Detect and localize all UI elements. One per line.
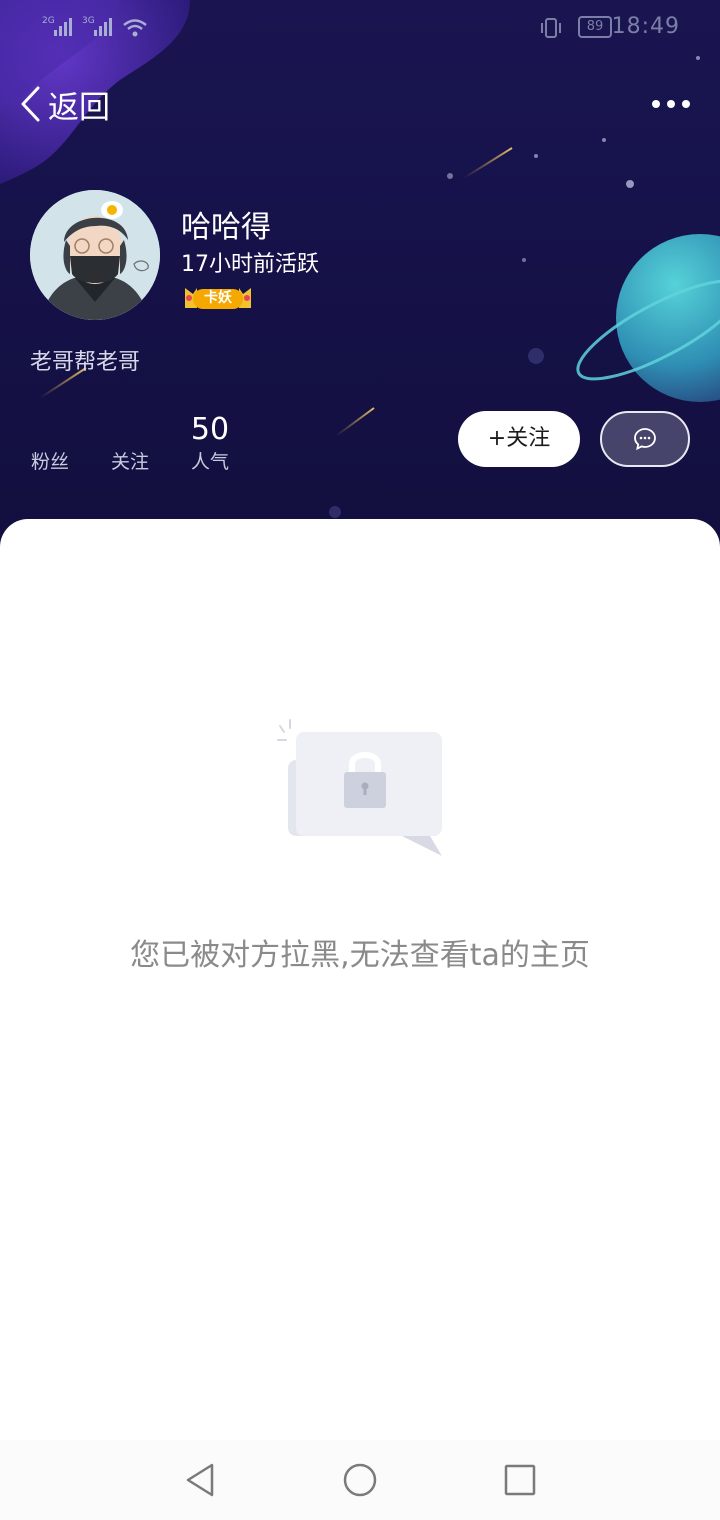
- wifi-icon: [123, 19, 147, 37]
- battery-icon: 89: [578, 16, 612, 38]
- profile-bio: 老哥帮老哥: [30, 350, 141, 375]
- home-circle-icon[interactable]: [340, 1460, 380, 1500]
- system-navigation-bar: [0, 1440, 720, 1520]
- blocked-message: 您已被对方拉黑,无法查看ta的主页: [130, 938, 590, 973]
- signal-icon: [54, 18, 72, 36]
- profile-header: 2G 3G 89 18:49 返回 哈哈得 17小时前活跃 卡妖 老哥帮老哥 粉…: [0, 0, 720, 560]
- stat-following-label: 关注: [110, 451, 149, 473]
- signal-icon-2: [94, 18, 112, 36]
- chevron-left-icon: [21, 86, 40, 122]
- stat-fans-value: [26, 412, 74, 448]
- content-card: [0, 519, 720, 1440]
- stat-popularity-label: 人气: [190, 451, 229, 473]
- badge-label: 卡妖: [204, 290, 232, 306]
- stat-popularity-value: 50: [190, 412, 230, 447]
- stat-following[interactable]: 关注: [106, 412, 154, 476]
- network-type-1: 2G: [42, 16, 55, 26]
- status-bar: 2G 3G 89 18:49: [0, 0, 720, 56]
- chat-bubble-icon: [634, 428, 656, 451]
- stat-fans-label: 粉丝: [30, 451, 69, 473]
- lock-icon: [277, 719, 442, 856]
- more-button[interactable]: [648, 88, 694, 118]
- vibrate-icon: [541, 18, 561, 38]
- back-triangle-icon[interactable]: [180, 1460, 220, 1500]
- stat-fans[interactable]: 粉丝: [26, 412, 74, 476]
- last-active-status: 17小时前活跃: [181, 252, 319, 277]
- back-label: 返回: [48, 89, 110, 126]
- back-button[interactable]: 返回: [18, 80, 110, 128]
- stat-popularity: 50 人气: [186, 412, 234, 476]
- stat-following-value: [106, 412, 154, 448]
- avatar-illustration: [30, 190, 160, 320]
- follow-button[interactable]: +关注: [458, 411, 580, 467]
- more-dots-icon: [652, 100, 660, 108]
- recents-square-icon[interactable]: [500, 1460, 540, 1500]
- username: 哈哈得: [181, 210, 271, 245]
- status-time: 18:49: [611, 14, 680, 39]
- level-badge: 卡妖: [183, 284, 253, 312]
- message-button[interactable]: [600, 411, 690, 467]
- avatar[interactable]: [30, 190, 160, 320]
- network-type-2: 3G: [82, 16, 95, 26]
